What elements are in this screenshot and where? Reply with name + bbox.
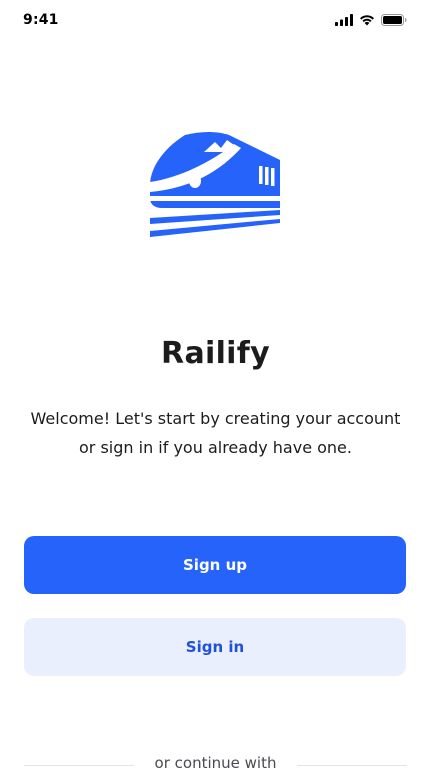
welcome-line-1: Welcome! Let's start by creating your ac… bbox=[30, 409, 401, 428]
sign-in-button[interactable]: Sign in bbox=[24, 618, 406, 676]
welcome-line-2: or sign in if you already have one. bbox=[79, 438, 352, 457]
welcome-text: Welcome! Let's start by creating your ac… bbox=[24, 404, 407, 462]
sign-up-button[interactable]: Sign up bbox=[24, 536, 406, 594]
continue-with-divider: or continue with bbox=[24, 752, 407, 768]
wifi-icon bbox=[359, 14, 375, 26]
battery-icon bbox=[381, 14, 407, 26]
status-bar: 9:41 bbox=[0, 0, 431, 44]
app-name: Railify bbox=[161, 336, 270, 371]
divider-line-right bbox=[297, 765, 407, 766]
train-icon bbox=[149, 130, 282, 242]
status-icons bbox=[335, 14, 407, 26]
status-time: 9:41 bbox=[23, 12, 59, 28]
welcome-screen: 9:41 Railify Welcome! Let's start by cre… bbox=[0, 0, 431, 768]
cellular-signal-icon bbox=[335, 14, 353, 26]
